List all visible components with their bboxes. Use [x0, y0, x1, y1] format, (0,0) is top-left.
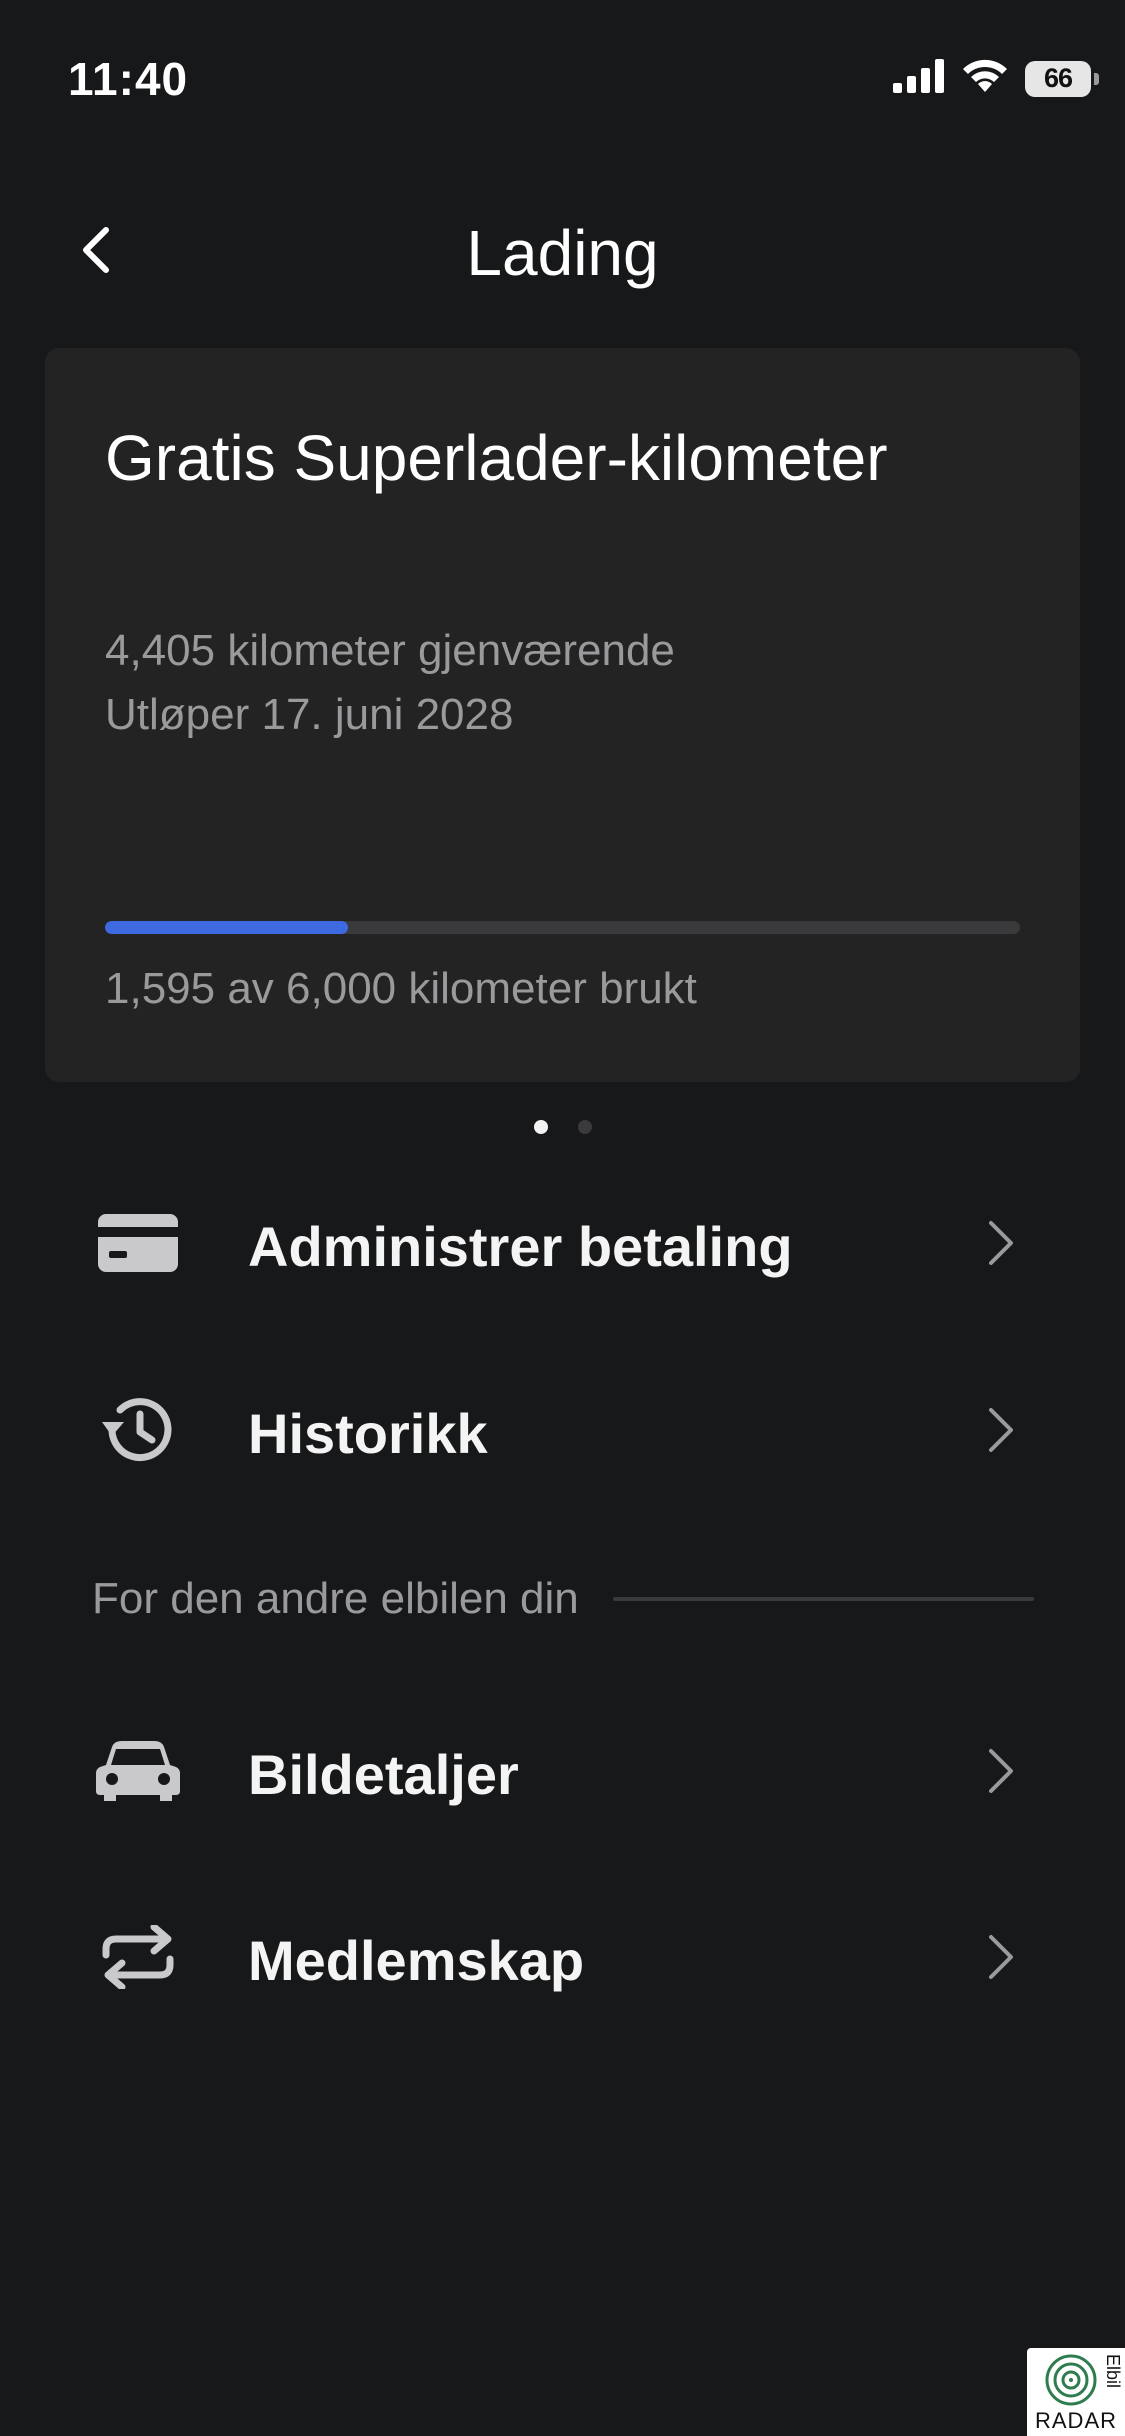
repeat-arrows-icon	[96, 1919, 180, 1995]
status-time: 11:40	[68, 53, 189, 105]
usage-label: 1,595 av 6,000 kilometer brukt	[105, 964, 697, 1013]
battery-nub	[1094, 72, 1099, 85]
cellular-signal-icon	[893, 59, 945, 98]
menu-label-payment: Administrer betaling	[248, 1215, 793, 1278]
status-indicators: 66	[893, 58, 1099, 99]
battery-icon: 66	[1025, 60, 1099, 97]
card-pager[interactable]	[0, 1120, 1125, 1134]
section-divider	[612, 1597, 1034, 1601]
menu-label-history: Historikk	[248, 1402, 488, 1465]
watermark-text: RADAR	[1035, 2408, 1118, 2433]
section-header-other-car: For den andre elbilen din	[92, 1574, 1034, 1624]
menu-item-membership[interactable]: Medlemskap	[0, 1882, 1125, 2032]
navigation-header: Lading	[0, 200, 1125, 310]
menu-label-car-details: Bildetaljer	[248, 1743, 519, 1806]
pager-dot[interactable]	[533, 1120, 548, 1134]
card-title: Gratis Superlader-kilometer	[105, 422, 888, 494]
status-bar: 11:40 66	[0, 0, 1125, 160]
section-label: For den andre elbilen din	[92, 1574, 579, 1623]
car-icon	[96, 1733, 180, 1809]
watermark-logo: Elbil RADAR	[1027, 2348, 1125, 2436]
menu-item-car-details[interactable]: Bildetaljer	[0, 1696, 1125, 1846]
battery-level: 66	[1043, 63, 1073, 93]
free-supercharger-card[interactable]: Gratis Superlader-kilometer 4,405 kilome…	[45, 348, 1080, 1082]
usage-progress-bar	[105, 921, 1020, 934]
chevron-right-icon	[975, 1405, 1025, 1455]
expiry-date: Utløper 17. juni 2028	[105, 690, 514, 739]
chevron-right-icon	[975, 1746, 1025, 1796]
wifi-icon	[961, 58, 1009, 99]
chevron-right-icon	[975, 1218, 1025, 1268]
back-button[interactable]	[64, 218, 128, 282]
chevron-right-icon	[975, 1932, 1025, 1982]
menu-label-membership: Medlemskap	[248, 1929, 585, 1992]
usage-progress-fill	[105, 921, 349, 934]
menu-item-payment[interactable]: Administrer betaling	[0, 1168, 1125, 1318]
pager-dot[interactable]	[577, 1120, 592, 1134]
chevron-left-icon	[83, 227, 109, 273]
menu-item-history[interactable]: Historikk	[0, 1355, 1125, 1505]
page-title: Lading	[466, 217, 659, 289]
credit-card-icon	[96, 1205, 180, 1281]
history-clock-icon	[96, 1392, 180, 1468]
watermark-side-text: Elbil	[1103, 2354, 1123, 2389]
remaining-distance: 4,405 kilometer gjenværende	[105, 626, 675, 675]
watermark-spiral-icon	[1045, 2354, 1097, 2406]
